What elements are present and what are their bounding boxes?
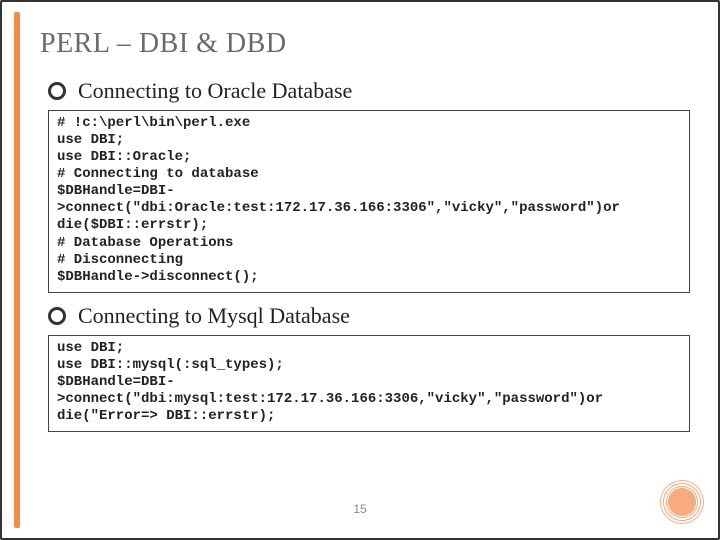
slide-title: PERL – DBI & DBD	[40, 28, 694, 60]
bullet-item: Connecting to Mysql Database	[48, 303, 694, 329]
bullet-icon	[48, 82, 66, 100]
page-number: 15	[2, 502, 718, 516]
slide: PERL – DBI & DBD Connecting to Oracle Da…	[0, 0, 720, 540]
corner-decoration-icon	[660, 480, 704, 524]
code-block-oracle: # !c:\perl\bin\perl.exe use DBI; use DBI…	[48, 110, 690, 293]
bullet-icon	[48, 307, 66, 325]
accent-bar	[14, 12, 20, 528]
bullet-text: Connecting to Oracle Database	[78, 78, 352, 104]
code-block-mysql: use DBI; use DBI::mysql(:sql_types); $DB…	[48, 335, 690, 432]
bullet-item: Connecting to Oracle Database	[48, 78, 694, 104]
bullet-text: Connecting to Mysql Database	[78, 303, 350, 329]
